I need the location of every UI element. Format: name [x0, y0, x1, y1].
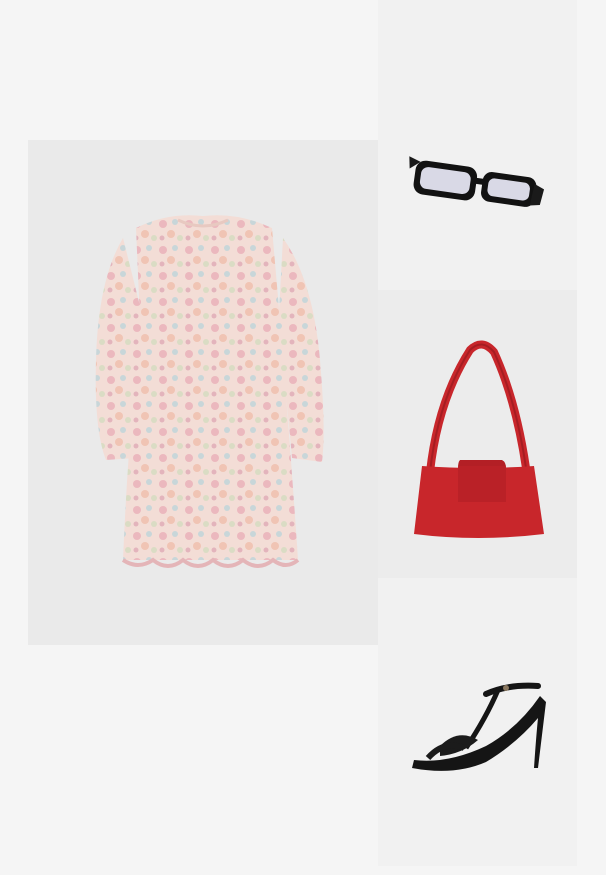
product-tile-glasses[interactable] — [378, 0, 577, 290]
dress-image — [95, 215, 324, 568]
glasses-image — [409, 156, 545, 207]
product-tile-bag[interactable] — [378, 290, 577, 578]
shoe-image — [412, 682, 546, 771]
product-tile-dress[interactable] — [28, 140, 378, 645]
bag-image — [414, 340, 544, 538]
product-tile-shoe[interactable] — [378, 578, 577, 866]
outfit-board: { "board": { "items": [ { "id": "dress",… — [0, 0, 606, 875]
